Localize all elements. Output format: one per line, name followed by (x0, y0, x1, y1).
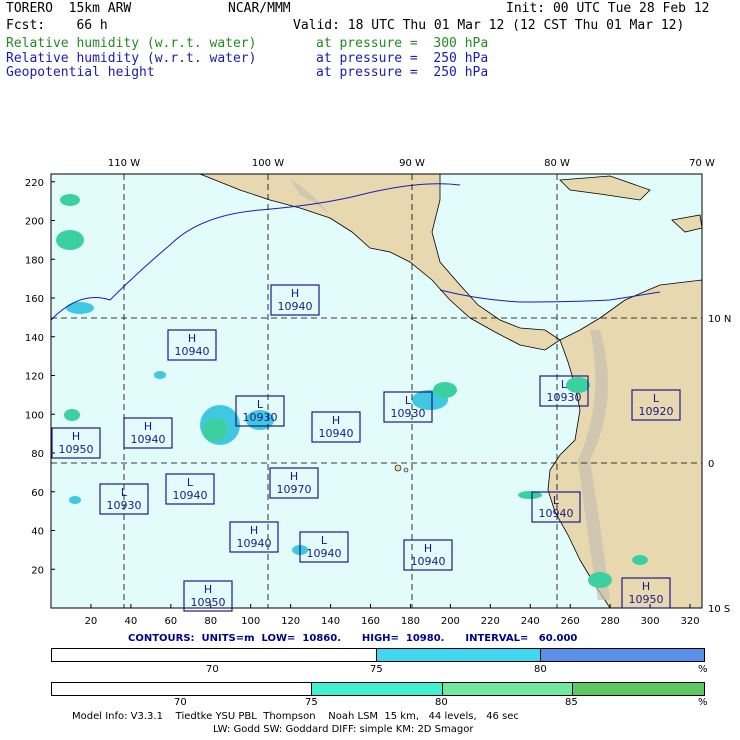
colorbar1-label-pct: % (698, 664, 708, 675)
model-physics: LW: Godd SW: Goddard DIFF: simple KM: 2D… (213, 724, 474, 735)
x-tick-label: 280 (601, 616, 620, 627)
marker-type: H (250, 524, 258, 537)
marker-value: 10940 (319, 427, 354, 440)
x-tick-label: 320 (680, 616, 699, 627)
marker-type: H (204, 583, 212, 596)
marker-type: L (653, 392, 660, 405)
y-tick-label: 100 (25, 410, 44, 421)
marker-value: 10930 (547, 391, 582, 404)
colorbar-250hpa (51, 648, 705, 662)
x-tick-label: 40 (125, 616, 138, 627)
y-tick-label: 40 (31, 527, 44, 538)
marker-value: 10940 (278, 300, 313, 313)
x-tick-label: 20 (85, 616, 98, 627)
colorbar-250hpa-seg-3 (541, 649, 704, 661)
y-tick-label: 20 (31, 565, 44, 576)
y-tick-label: 120 (25, 372, 44, 383)
y-tick-label: 220 (25, 178, 44, 189)
marker-type: H (72, 430, 80, 443)
marker-value: 10930 (391, 407, 426, 420)
map-figure: 20 40 60 80 100 120 140 160 180 200 220 240 260 280 30… (25, 158, 731, 627)
x-tick-label: 180 (401, 616, 420, 627)
longitude-label: 100 W (252, 158, 284, 169)
marker-type: H (642, 580, 650, 593)
y-tick-label: 200 (25, 217, 44, 228)
marker-value: 10940 (237, 537, 272, 550)
y-tick-label: 80 (31, 449, 44, 460)
marker-value: 10950 (191, 596, 226, 609)
colorbar-300hpa-seg-3 (443, 683, 573, 695)
marker-type: H (332, 414, 340, 427)
x-tick-label: 240 (521, 616, 540, 627)
x-tick-label: 160 (361, 616, 380, 627)
colorbar-250hpa-seg-1 (52, 649, 377, 661)
marker-value: 10930 (243, 411, 278, 424)
marker-value: 10930 (107, 499, 142, 512)
colorbar2-label-pct: % (698, 697, 708, 708)
marker-type: L (257, 398, 264, 411)
colorbar1-label-75: 75 (370, 664, 383, 675)
marker-type: L (405, 394, 412, 407)
marker-value: 10920 (639, 405, 674, 418)
marker-value: 10940 (307, 547, 342, 560)
marker-value: 10940 (411, 555, 446, 568)
latitude-label: 0 (708, 459, 714, 470)
longitude-label: 70 W (689, 158, 715, 169)
x-tick-label: 260 (561, 616, 580, 627)
marker-type: H (144, 420, 152, 433)
colorbar1-label-80: 80 (534, 664, 547, 675)
x-tick-label: 120 (281, 616, 300, 627)
marker-value: 10970 (277, 483, 312, 496)
y-tick-label: 140 (25, 333, 44, 344)
marker-type: L (321, 534, 328, 547)
marker-type: L (187, 476, 194, 489)
colorbar-300hpa-seg-1 (52, 683, 312, 695)
model-info: Model Info: V3.3.1 Tiedtke YSU PBL Thomp… (72, 711, 519, 722)
galapagos-islands (394, 464, 402, 472)
colorbar1-label-70: 70 (206, 664, 219, 675)
marker-type: H (291, 287, 299, 300)
colorbar2-label-85: 85 (565, 697, 578, 708)
colorbar2-label-80: 80 (435, 697, 448, 708)
x-tick-label: 300 (641, 616, 660, 627)
marker-type: H (424, 542, 432, 555)
colorbar-300hpa-seg-4 (573, 683, 704, 695)
marker-type: L (561, 378, 568, 391)
longitude-label: 110 W (108, 158, 140, 169)
x-tick-label: 100 (241, 616, 260, 627)
latitude-label: 10 N (708, 314, 731, 325)
marker-value: 10940 (175, 345, 210, 358)
marker-value: 10940 (173, 489, 208, 502)
marker-type: H (290, 470, 298, 483)
colorbar-300hpa-seg-2 (312, 683, 443, 695)
y-tick-label: 180 (25, 255, 44, 266)
colorbar-250hpa-seg-2 (377, 649, 541, 661)
colorbar-300hpa (51, 682, 705, 696)
colorbar2-label-75: 75 (305, 697, 318, 708)
marker-value: 10940 (539, 507, 574, 520)
x-tick-label: 140 (321, 616, 340, 627)
marker-value: 10950 (629, 593, 664, 606)
x-tick-label: 60 (164, 616, 177, 627)
x-tick-label: 220 (481, 616, 500, 627)
marker-type: L (121, 486, 128, 499)
x-tick-label: 200 (441, 616, 460, 627)
colorbar2-label-70: 70 (174, 697, 187, 708)
latitude-label: 10 S (708, 604, 730, 615)
marker-value: 10950 (59, 443, 94, 456)
y-tick-label: 60 (31, 488, 44, 499)
longitude-label: 80 W (544, 158, 570, 169)
marker-value: 10940 (131, 433, 166, 446)
longitude-label: 90 W (399, 158, 425, 169)
marker-type: H (188, 332, 196, 345)
x-tick-label: 80 (204, 616, 217, 627)
y-tick-label: 160 (25, 294, 44, 305)
marker-type: L (553, 494, 560, 507)
contours-info: CONTOURS: UNITS=m LOW= 10860. HIGH= 1098… (128, 633, 578, 644)
